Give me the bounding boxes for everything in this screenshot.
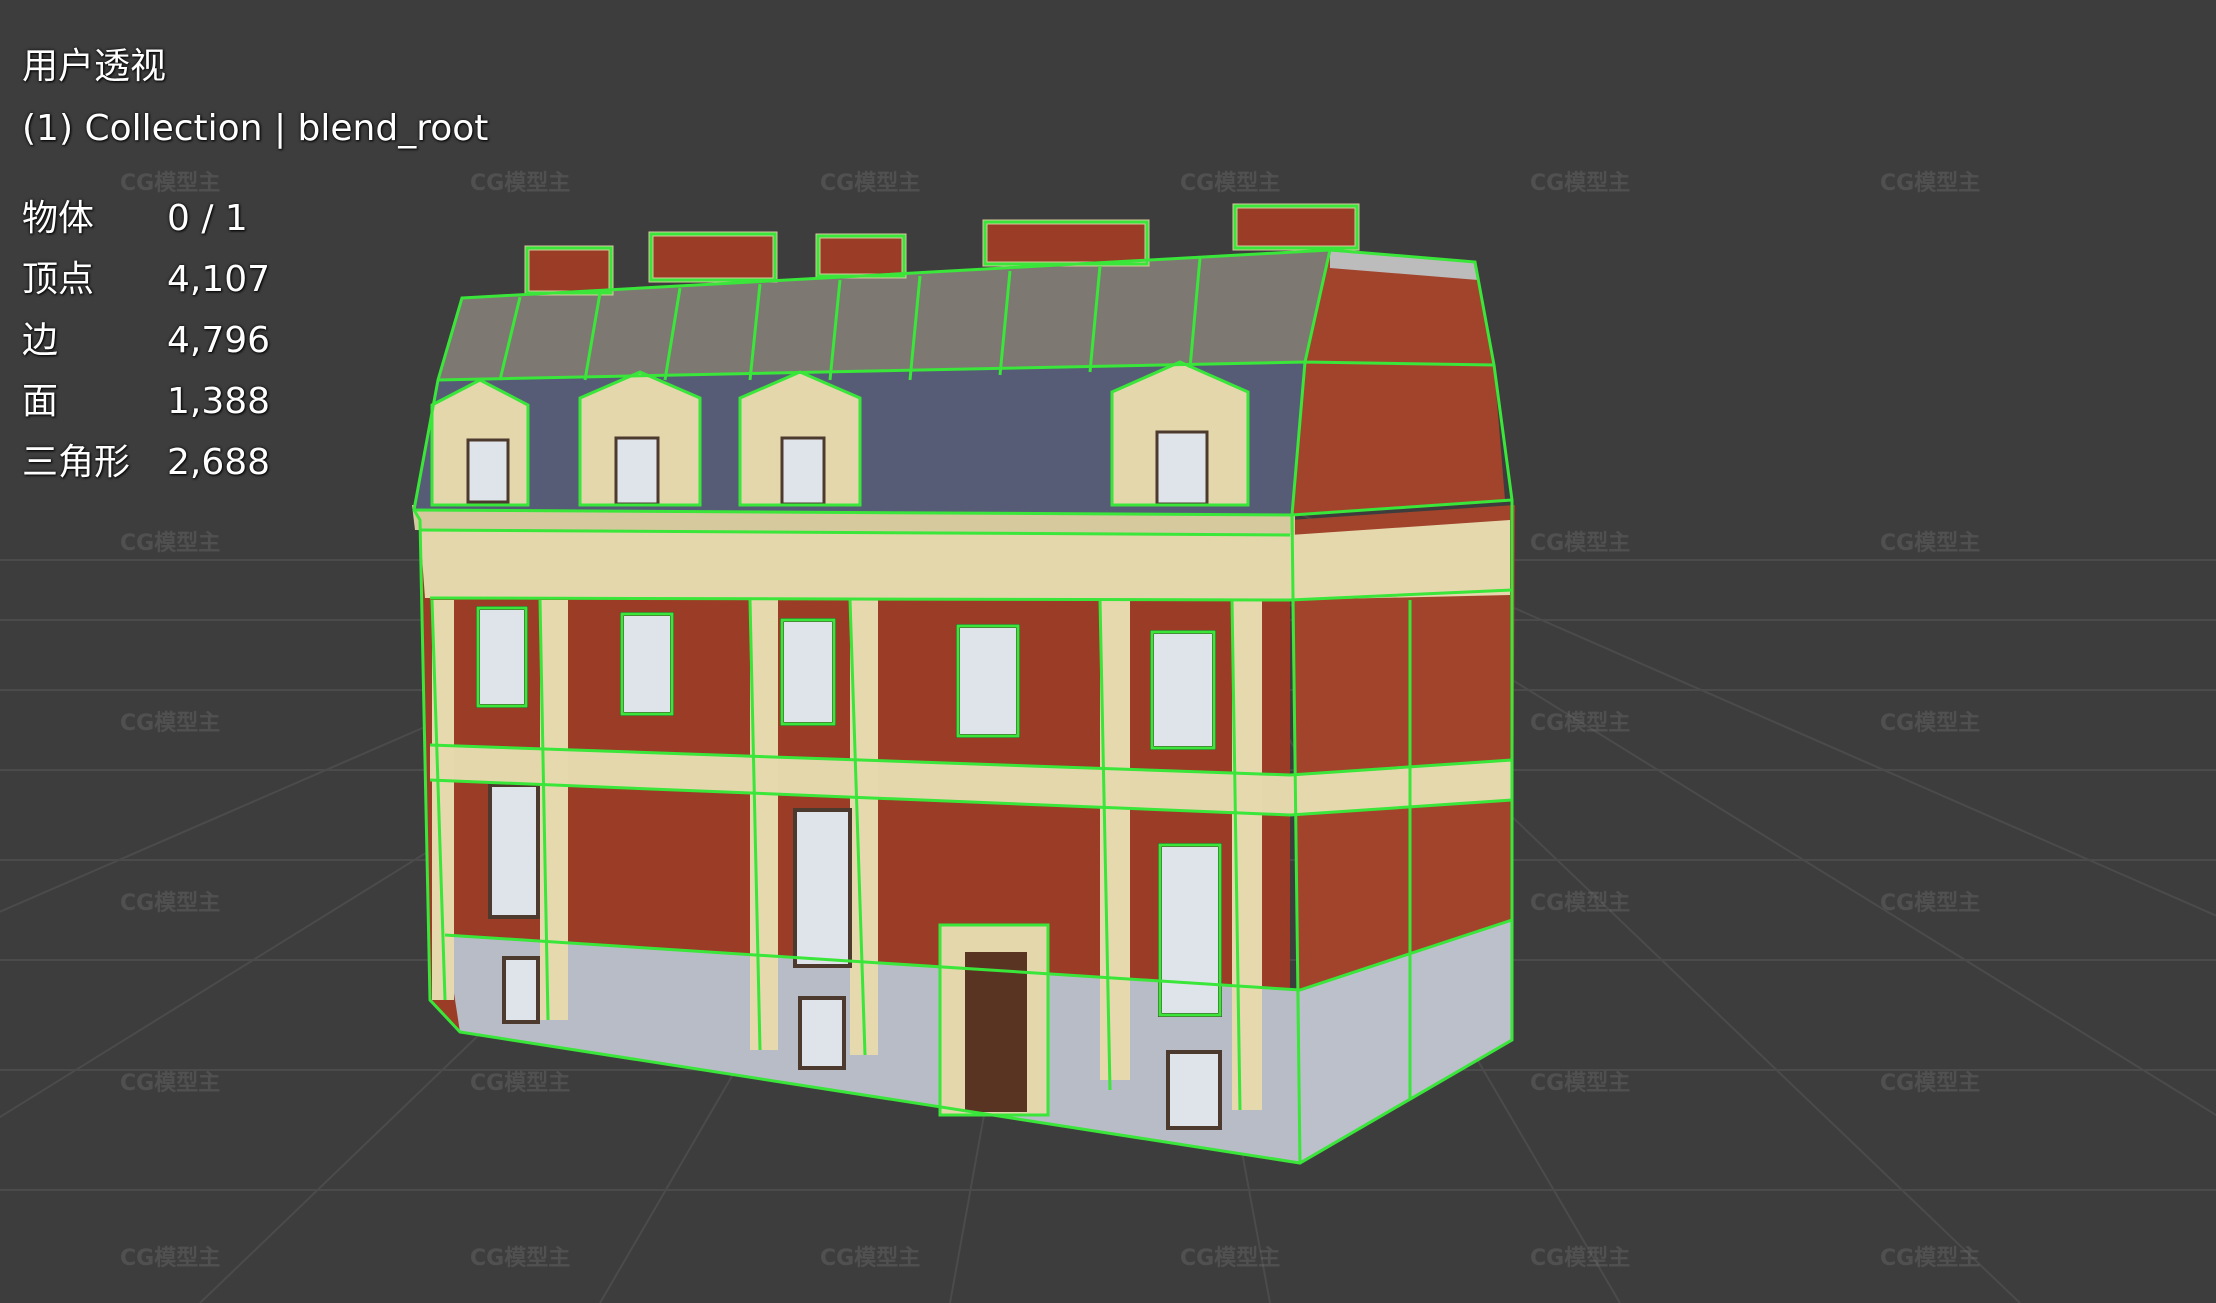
svg-text:CG模型主: CG模型主 [120,1071,220,1096]
stone-band-upper [420,530,1290,600]
svg-text:CG模型主: CG模型主 [1880,891,1980,916]
svg-text:CG模型主: CG模型主 [820,171,920,196]
svg-text:CG模型主: CG模型主 [470,171,570,196]
svg-text:CG模型主: CG模型主 [470,1246,570,1271]
svg-text:CG模型主: CG模型主 [1880,1071,1980,1096]
svg-text:CG模型主: CG模型主 [120,711,220,736]
svg-text:CG模型主: CG模型主 [1180,1246,1280,1271]
svg-text:CG模型主: CG模型主 [1880,711,1980,736]
viewport-canvas[interactable]: CG模型主 CG模型主 CG模型主 CG模型主 CG模型主 CG模型主 CG模型主 CG模型… [0,0,2216,1303]
roof-side [1292,250,1505,515]
svg-text:CG模型主: CG模型主 [1530,891,1630,916]
svg-text:CG模型主: CG模型主 [1880,531,1980,556]
svg-text:CG模型主: CG模型主 [820,1246,920,1271]
svg-text:CG模型主: CG模型主 [120,171,220,196]
svg-text:CG模型主: CG模型主 [1530,531,1630,556]
3d-viewport[interactable]: CG模型主 CG模型主 CG模型主 CG模型主 CG模型主 CG模型主 CG模型主 CG模型… [0,0,2216,1303]
svg-text:CG模型主: CG模型主 [1530,711,1630,736]
svg-text:CG模型主: CG模型主 [1530,1071,1630,1096]
building-model[interactable] [412,203,1515,1165]
svg-text:CG模型主: CG模型主 [120,1246,220,1271]
svg-text:CG模型主: CG模型主 [120,891,220,916]
front-door [965,952,1027,1112]
svg-text:CG模型主: CG模型主 [1530,171,1630,196]
svg-text:CG模型主: CG模型主 [1880,171,1980,196]
svg-text:CG模型主: CG模型主 [1880,1246,1980,1271]
svg-text:CG模型主: CG模型主 [120,531,220,556]
svg-text:CG模型主: CG模型主 [470,1071,570,1096]
svg-text:CG模型主: CG模型主 [1180,171,1280,196]
svg-text:CG模型主: CG模型主 [1530,1246,1630,1271]
